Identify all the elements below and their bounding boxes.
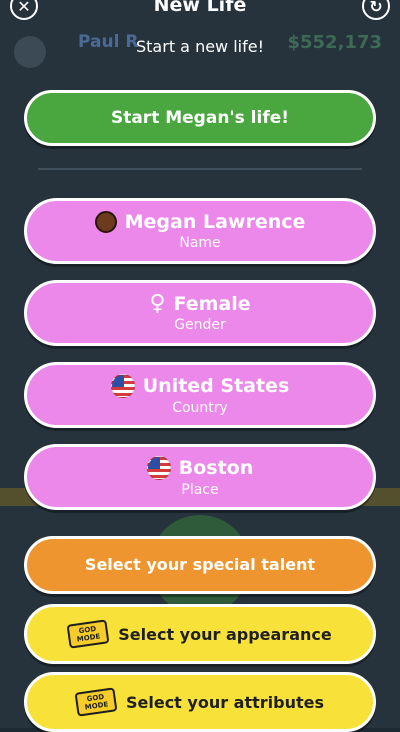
gender-value: Female: [173, 293, 251, 315]
place-value: Boston: [178, 457, 254, 479]
modal-title: New Life: [153, 0, 247, 16]
divider: [38, 168, 362, 170]
appearance-button-label: Select your appearance: [118, 624, 332, 644]
modal-subtitle: Start a new life!: [136, 37, 264, 56]
country-value: United States: [142, 375, 290, 397]
start-life-button[interactable]: Start Megan's life!: [24, 90, 376, 146]
female-symbol-icon: ♀: [149, 291, 166, 316]
appearance-button[interactable]: GOD MODE Select your appearance: [24, 604, 376, 664]
attributes-button[interactable]: GOD MODE Select your attributes: [24, 672, 376, 732]
avatar-face-icon: [94, 211, 117, 233]
name-value: Megan Lawrence: [124, 211, 306, 233]
attributes-button-label: Select your attributes: [125, 692, 325, 712]
gender-option-button[interactable]: ♀ Female Gender: [24, 280, 376, 346]
god-mode-badge-icon: GOD MODE: [74, 687, 118, 717]
country-label: Country: [172, 400, 228, 416]
us-flag-icon: [146, 456, 171, 480]
refresh-icon[interactable]: ↻: [362, 0, 390, 20]
name-label: Name: [179, 235, 221, 251]
god-mode-badge-icon: GOD MODE: [66, 619, 110, 649]
place-label: Place: [181, 482, 219, 498]
gender-label: Gender: [174, 317, 226, 333]
place-option-button[interactable]: Boston Place: [24, 444, 376, 510]
country-option-button[interactable]: United States Country: [24, 362, 376, 428]
name-option-button[interactable]: Megan Lawrence Name: [24, 198, 376, 264]
modal-header: ✕ New Life ↻: [0, 0, 400, 30]
special-talent-button[interactable]: Select your special talent: [24, 536, 376, 594]
us-flag-icon: [110, 374, 135, 398]
